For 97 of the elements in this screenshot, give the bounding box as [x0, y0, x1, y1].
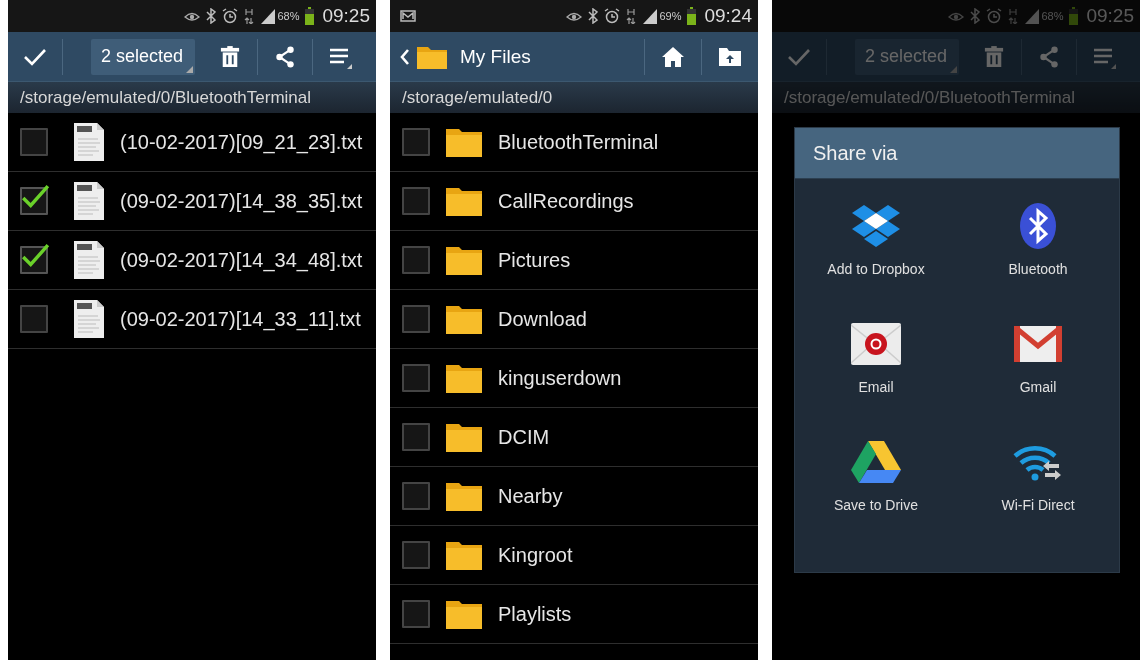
share-icon	[1038, 45, 1061, 68]
bluetooth-icon	[206, 8, 217, 24]
checkbox[interactable]	[402, 541, 430, 569]
text-file-icon	[74, 123, 104, 161]
bluetooth-icon	[970, 8, 981, 24]
folder-icon	[446, 422, 482, 452]
folder-icon	[446, 245, 482, 275]
folder-row[interactable]: kinguserdown	[390, 349, 758, 408]
alarm-icon	[986, 8, 1003, 24]
share-target[interactable]: Gmail	[957, 319, 1119, 437]
folder-row[interactable]: Playlists	[390, 585, 758, 644]
folder-icon	[446, 540, 482, 570]
battery-icon	[687, 7, 697, 25]
battery-percent: 69%	[659, 10, 682, 22]
share-target[interactable]: Save to Drive	[795, 437, 957, 555]
signal-icon	[1024, 8, 1041, 24]
folder-row[interactable]: Kingroot	[390, 526, 758, 585]
checkbox[interactable]	[402, 187, 430, 215]
signal-icon	[642, 8, 659, 24]
text-file-icon	[74, 241, 104, 279]
screen-title: My Files	[460, 45, 531, 68]
checkbox[interactable]	[402, 482, 430, 510]
text-file-icon	[74, 182, 104, 220]
folder-row[interactable]: Pictures	[390, 231, 758, 290]
alarm-icon	[604, 8, 621, 24]
data-arrows-icon	[626, 8, 637, 24]
clock-time: 09:25	[1086, 5, 1134, 27]
folder-icon	[446, 186, 482, 216]
folder-name: Pictures	[498, 248, 571, 272]
share-target[interactable]: Email	[795, 319, 957, 437]
folder-icon	[446, 127, 482, 157]
battery-percent: 68%	[1041, 10, 1064, 22]
signal-icon	[260, 8, 277, 24]
trash-icon	[220, 45, 241, 68]
eye-icon	[184, 10, 201, 22]
file-name: (10-02-2017)[09_21_23].txt	[120, 130, 363, 154]
folder-icon	[446, 304, 482, 334]
checkbox[interactable]	[402, 600, 430, 628]
battery-icon	[305, 7, 315, 25]
chevron-left-icon	[400, 47, 410, 66]
file-row[interactable]: (09-02-2017)[14_34_48].txt	[8, 231, 376, 290]
checkbox[interactable]	[20, 128, 48, 156]
file-name: (09-02-2017)[14_34_48].txt	[120, 248, 363, 272]
checkbox[interactable]	[20, 246, 48, 274]
checkbox[interactable]	[402, 128, 430, 156]
folder-row[interactable]: Download	[390, 290, 758, 349]
share-target[interactable]: Wi-Fi Direct	[957, 437, 1119, 555]
home-icon	[661, 45, 685, 68]
file-row[interactable]: (10-02-2017)[09_21_23].txt	[8, 113, 376, 172]
file-name: (09-02-2017)[14_38_35].txt	[120, 189, 363, 213]
share-icon	[274, 45, 297, 68]
checkbox[interactable]	[402, 246, 430, 274]
checkbox[interactable]	[402, 364, 430, 392]
folder-name: Playlists	[498, 602, 572, 626]
file-name: (09-02-2017)[14_33_11].txt	[120, 307, 361, 331]
dialog-title: Share via	[795, 128, 1119, 179]
checkbox[interactable]	[402, 423, 430, 451]
share-target[interactable]: Add to Dropbox	[795, 201, 957, 319]
path-bar: /storage/emulated/0	[390, 82, 758, 113]
eye-icon	[566, 10, 583, 22]
folder-row[interactable]: Nearby	[390, 467, 758, 526]
folder-row[interactable]: BluetoothTerminal	[390, 113, 758, 172]
folder-name: Nearby	[498, 484, 563, 508]
battery-percent: 68%	[277, 10, 300, 22]
path-bar: /storage/emulated/0/BluetoothTerminal	[772, 82, 1140, 113]
bluetooth-icon	[1019, 201, 1057, 251]
folder-name: Download	[498, 307, 587, 331]
folder-name: BluetoothTerminal	[498, 130, 659, 154]
mail-icon	[400, 10, 416, 22]
text-file-icon	[74, 300, 104, 338]
folder-up-icon	[718, 46, 742, 67]
eye-icon	[948, 10, 965, 22]
folder-name: DCIM	[498, 425, 550, 449]
folder-icon	[446, 363, 482, 393]
path-bar: /storage/emulated/0/BluetoothTerminal	[8, 82, 376, 113]
folder-icon	[446, 599, 482, 629]
trash-icon	[984, 45, 1005, 68]
checkbox[interactable]	[20, 305, 48, 333]
folder-icon	[446, 481, 482, 511]
share-target[interactable]: Bluetooth	[957, 201, 1119, 319]
data-arrows-icon	[244, 8, 255, 24]
bluetooth-icon	[588, 8, 599, 24]
folder-name: kinguserdown	[498, 366, 622, 390]
folder-row[interactable]: CallRecordings	[390, 172, 758, 231]
folder-name: CallRecordings	[498, 189, 634, 213]
alarm-icon	[222, 8, 239, 24]
clock-time: 09:24	[704, 5, 752, 27]
selection-dropdown[interactable]: 2 selected	[91, 38, 196, 75]
data-arrows-icon	[1008, 8, 1019, 24]
file-row[interactable]: (09-02-2017)[14_33_11].txt	[8, 290, 376, 349]
clock-time: 09:25	[322, 5, 370, 27]
folder-row[interactable]: DCIM	[390, 408, 758, 467]
checkbox[interactable]	[402, 305, 430, 333]
file-row[interactable]: (09-02-2017)[14_38_35].txt	[8, 172, 376, 231]
checkbox[interactable]	[20, 187, 48, 215]
folder-name: Kingroot	[498, 543, 573, 567]
battery-icon	[1069, 7, 1079, 25]
